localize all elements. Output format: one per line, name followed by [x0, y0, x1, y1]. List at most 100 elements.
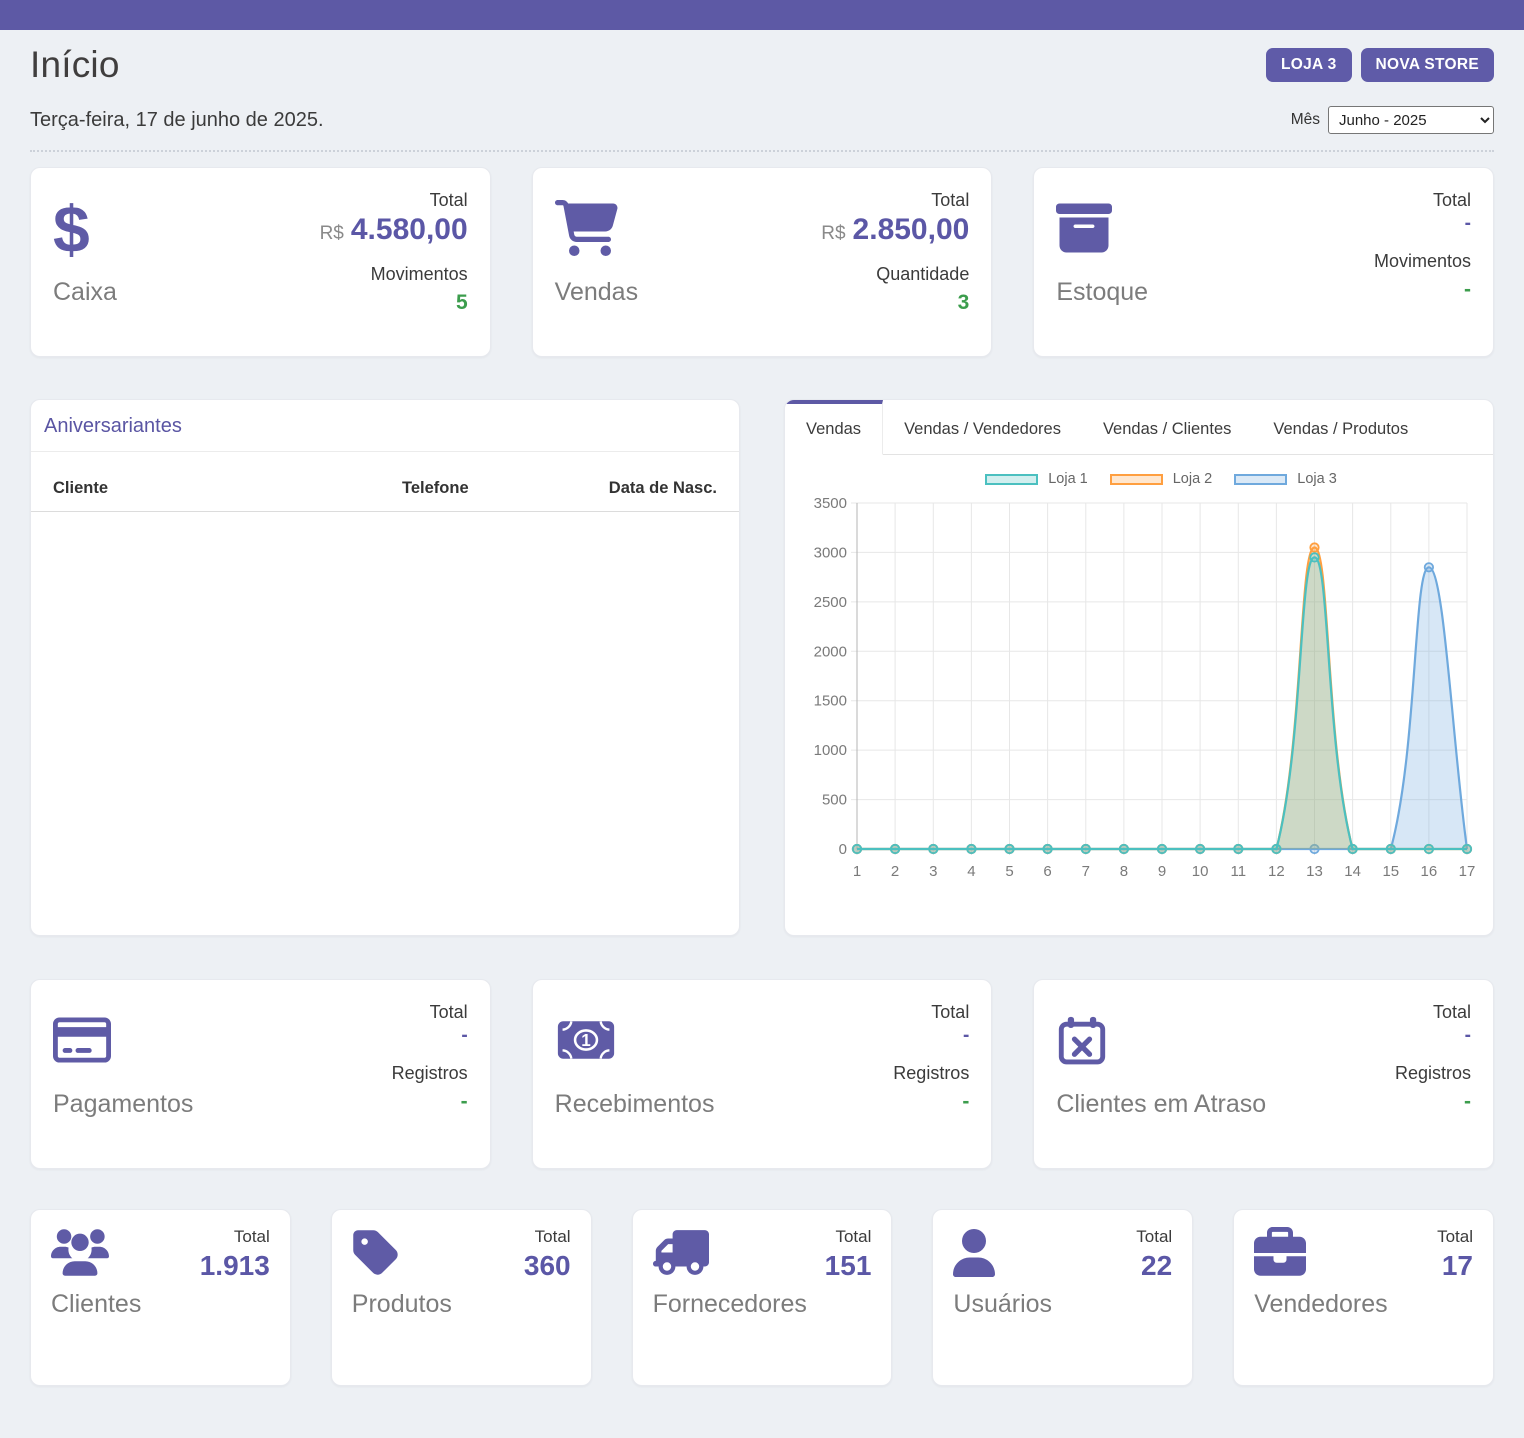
dashboard-page: Início LOJA 3 NOVA STORE Terça-feira, 17…: [0, 30, 1524, 1386]
svg-text:3500: 3500: [814, 495, 847, 512]
svg-text:2000: 2000: [814, 643, 847, 660]
card-label: Pagamentos: [53, 1090, 193, 1119]
records-value: -: [1464, 1090, 1471, 1114]
money-bill-icon: 1: [555, 1015, 617, 1070]
total-label: Total: [931, 1002, 969, 1023]
estoque-card: Estoque Total - Movimentos -: [1033, 167, 1494, 357]
caixa-card: $ Caixa Total R$4.580,00 Movimentos 5: [30, 167, 491, 357]
legend-swatch: [1110, 474, 1163, 485]
svg-text:1000: 1000: [814, 742, 847, 759]
svg-text:2: 2: [891, 863, 899, 880]
svg-text:17: 17: [1459, 863, 1476, 880]
card-label: Estoque: [1056, 278, 1148, 307]
vendas-card: Vendas Total R$2.850,00 Quantidade 3: [532, 167, 993, 357]
svg-text:1: 1: [853, 863, 861, 880]
dotted-separator: [30, 150, 1494, 152]
legend-item[interactable]: Loja 2: [1110, 471, 1213, 487]
date-row: Terça-feira, 17 de junho de 2025. Mês Ju…: [30, 106, 1494, 134]
total-value: -: [1465, 1025, 1471, 1047]
card-label: Caixa: [53, 278, 117, 307]
svg-text:2500: 2500: [814, 594, 847, 611]
tab-vendas[interactable]: Vendas: [785, 400, 883, 455]
store-button[interactable]: LOJA 3: [1266, 48, 1352, 82]
svg-text:1500: 1500: [814, 693, 847, 710]
quantity-label: Quantidade: [876, 264, 969, 285]
legend-label: Loja 1: [1048, 471, 1088, 487]
records-value: -: [461, 1090, 468, 1114]
svg-text:1: 1: [581, 1031, 591, 1050]
svg-text:14: 14: [1344, 863, 1361, 880]
svg-text:7: 7: [1082, 863, 1090, 880]
svg-text:5: 5: [1005, 863, 1013, 880]
column-data-nasc: Data de Nasc.: [572, 479, 717, 498]
currency-prefix: R$: [821, 223, 845, 244]
svg-text:8: 8: [1120, 863, 1128, 880]
tab-vendas-vendedores[interactable]: Vendas / Vendedores: [883, 400, 1082, 455]
tab-vendas-produtos[interactable]: Vendas / Produtos: [1252, 400, 1429, 455]
page-header: Início LOJA 3 NOVA STORE: [30, 30, 1494, 86]
vendedores-card: Total 17 Vendedores: [1233, 1209, 1494, 1386]
total-value: 1.913: [200, 1250, 270, 1282]
calendar-x-icon: [1056, 1012, 1108, 1073]
svg-text:10: 10: [1192, 863, 1209, 880]
tag-icon: [352, 1227, 400, 1284]
legend-item[interactable]: Loja 3: [1234, 471, 1337, 487]
usuarios-card: Total 22 Usuários: [932, 1209, 1193, 1386]
current-date: Terça-feira, 17 de junho de 2025.: [30, 109, 324, 132]
legend-swatch: [1234, 474, 1287, 485]
svg-text:500: 500: [822, 792, 847, 809]
tab-vendas-clientes[interactable]: Vendas / Clientes: [1082, 400, 1252, 455]
svg-text:13: 13: [1306, 863, 1323, 880]
credit-card-icon: [53, 1014, 111, 1071]
currency-prefix: R$: [320, 223, 344, 244]
pagamentos-card: Pagamentos Total - Registros -: [30, 979, 491, 1169]
summary-cards-row: $ Caixa Total R$4.580,00 Movimentos 5 Ve…: [30, 167, 1494, 357]
total-label: Total: [825, 1227, 872, 1247]
total-value: -: [1465, 213, 1471, 235]
svg-text:4: 4: [967, 863, 975, 880]
clientes-card: Total 1.913 Clientes: [30, 1209, 291, 1386]
svg-text:6: 6: [1043, 863, 1051, 880]
user-icon: [953, 1229, 995, 1282]
total-value: 17: [1437, 1250, 1473, 1282]
records-value: -: [962, 1090, 969, 1114]
legend-label: Loja 2: [1173, 471, 1213, 487]
birthdays-panel: Aniversariantes Cliente Telefone Data de…: [30, 399, 740, 936]
records-label: Registros: [893, 1063, 969, 1084]
total-value: 151: [825, 1250, 872, 1282]
total-label: Total: [1433, 190, 1471, 211]
svg-text:11: 11: [1231, 863, 1247, 880]
recebimentos-card: 1 Recebimentos Total - Registros -: [532, 979, 993, 1169]
movements-label: Movimentos: [1374, 251, 1471, 272]
total-value: R$4.580,00: [320, 213, 468, 248]
total-label: Total: [931, 190, 969, 211]
column-cliente: Cliente: [53, 479, 402, 498]
sales-line-chart: 0500100015002000250030003500123456789101…: [803, 491, 1479, 891]
legend-label: Loja 3: [1297, 471, 1337, 487]
month-select[interactable]: Junho - 2025: [1328, 106, 1494, 134]
total-label: Total: [430, 190, 468, 211]
total-label: Total: [1433, 1002, 1471, 1023]
total-value: -: [461, 1025, 467, 1047]
top-accent-bar: [0, 0, 1524, 30]
records-label: Registros: [392, 1063, 468, 1084]
card-label: Recebimentos: [555, 1090, 715, 1119]
legend-item[interactable]: Loja 1: [985, 471, 1088, 487]
total-label: Total: [1136, 1227, 1172, 1247]
svg-text:12: 12: [1268, 863, 1285, 880]
svg-text:3000: 3000: [814, 544, 847, 561]
briefcase-icon: [1254, 1227, 1306, 1284]
shopping-cart-icon: [555, 200, 618, 261]
card-label: Vendedores: [1254, 1290, 1473, 1319]
card-label: Usuários: [953, 1290, 1172, 1319]
quantity-value: 3: [958, 291, 970, 315]
total-value: 22: [1136, 1250, 1172, 1282]
total-value: 360: [524, 1250, 571, 1282]
legend-swatch: [985, 474, 1038, 485]
chart-legend: Loja 1 Loja 2 Loja 3: [803, 471, 1479, 487]
total-label: Total: [430, 1002, 468, 1023]
new-store-button[interactable]: NOVA STORE: [1361, 48, 1494, 82]
card-label: Clientes em Atraso: [1056, 1090, 1266, 1119]
total-value: -: [963, 1025, 969, 1047]
card-label: Clientes: [51, 1290, 270, 1319]
